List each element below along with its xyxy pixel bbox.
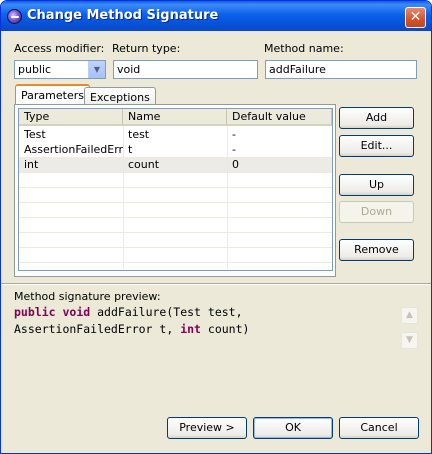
preview-line2-rest: count) xyxy=(207,322,250,336)
row-divider xyxy=(19,247,332,248)
table-row[interactable]: AssertionFailedError t - xyxy=(19,142,332,157)
access-modifier-value: public xyxy=(18,63,52,76)
cancel-button[interactable]: Cancel xyxy=(339,417,419,439)
move-up-button-label: Up xyxy=(368,178,385,191)
param-name-cell[interactable]: t xyxy=(123,142,227,157)
keyword-int: int xyxy=(180,322,201,336)
column-header-name[interactable]: Name xyxy=(123,109,227,126)
ok-button-label: OK xyxy=(285,421,301,434)
param-type-cell: int xyxy=(24,158,39,171)
table-row[interactable]: Test test - xyxy=(19,127,332,142)
preview-line1-rest: addFailure(Test test, xyxy=(97,305,243,319)
tab-exceptions-label: Exceptions xyxy=(90,91,150,104)
row-divider xyxy=(19,262,332,263)
add-button-label: Add xyxy=(365,111,388,124)
move-down-button[interactable]: Down xyxy=(339,201,414,223)
column-header-type[interactable]: Type xyxy=(19,109,123,126)
add-button[interactable]: Add xyxy=(339,107,414,129)
close-button[interactable]: ✕ xyxy=(405,7,426,28)
ok-button[interactable]: OK xyxy=(253,417,333,439)
row-divider xyxy=(19,232,332,233)
method-name-label: Method name: xyxy=(264,42,344,55)
param-name-cell[interactable]: count xyxy=(123,157,227,172)
dialog-title: Change Method Signature xyxy=(27,8,219,23)
signature-preview-text[interactable]: public void addFailure(Test test, Assert… xyxy=(14,304,401,356)
chevron-down-icon[interactable]: ▼ xyxy=(88,61,105,78)
param-type-cell: AssertionFailedError xyxy=(24,143,123,156)
preview-scrollbar[interactable]: ▲ ▼ xyxy=(401,305,418,349)
move-up-button[interactable]: Up xyxy=(339,174,414,196)
eclipse-app-icon xyxy=(7,9,22,24)
scroll-up-icon[interactable]: ▲ xyxy=(401,307,418,324)
param-name-cell[interactable]: test xyxy=(123,127,227,142)
row-divider xyxy=(19,187,332,188)
parameters-table[interactable]: Type Name Default value Test test - Asse… xyxy=(18,108,333,271)
preview-button[interactable]: Preview > xyxy=(167,417,247,439)
table-row-selected[interactable]: int count 0 xyxy=(19,157,332,172)
row-divider xyxy=(19,172,332,173)
return-type-input[interactable]: void xyxy=(113,60,258,79)
preview-button-label: Preview > xyxy=(179,421,235,434)
row-divider xyxy=(19,202,332,203)
dialog-window: Change Method Signature ✕ Access modifie… xyxy=(0,0,432,454)
column-divider xyxy=(227,126,228,270)
move-down-button-label: Down xyxy=(360,205,393,218)
param-default-cell[interactable]: 0 xyxy=(227,157,331,172)
edit-button[interactable]: Edit... xyxy=(339,135,414,157)
scroll-down-icon[interactable]: ▼ xyxy=(401,332,418,349)
access-modifier-label: Access modifier: xyxy=(14,42,105,55)
param-default-cell[interactable]: - xyxy=(227,142,331,157)
param-type-cell: Test xyxy=(24,128,46,141)
row-divider xyxy=(19,217,332,218)
preview-line2-pre: AssertionFailedError t, xyxy=(14,322,174,336)
keyword-void: void xyxy=(62,305,91,319)
remove-button-label: Remove xyxy=(354,243,399,256)
tab-parameters[interactable]: Parameters xyxy=(15,84,90,106)
keyword-public: public xyxy=(14,305,56,319)
tab-parameters-label: Parameters xyxy=(21,89,84,102)
param-default-cell[interactable]: - xyxy=(227,127,331,142)
preview-label: Method signature preview: xyxy=(14,290,161,303)
close-icon: ✕ xyxy=(409,9,422,25)
access-modifier-select[interactable]: public ▼ xyxy=(14,60,106,79)
column-divider xyxy=(123,126,124,270)
column-header-default-value[interactable]: Default value xyxy=(227,109,332,126)
remove-button[interactable]: Remove xyxy=(339,239,414,261)
section-separator xyxy=(1,283,431,285)
return-type-label: Return type: xyxy=(112,42,181,55)
edit-button-label: Edit... xyxy=(360,139,393,152)
method-name-input[interactable]: addFailure xyxy=(265,60,417,79)
title-bar[interactable]: Change Method Signature ✕ xyxy=(1,1,431,31)
cancel-button-label: Cancel xyxy=(360,421,398,434)
